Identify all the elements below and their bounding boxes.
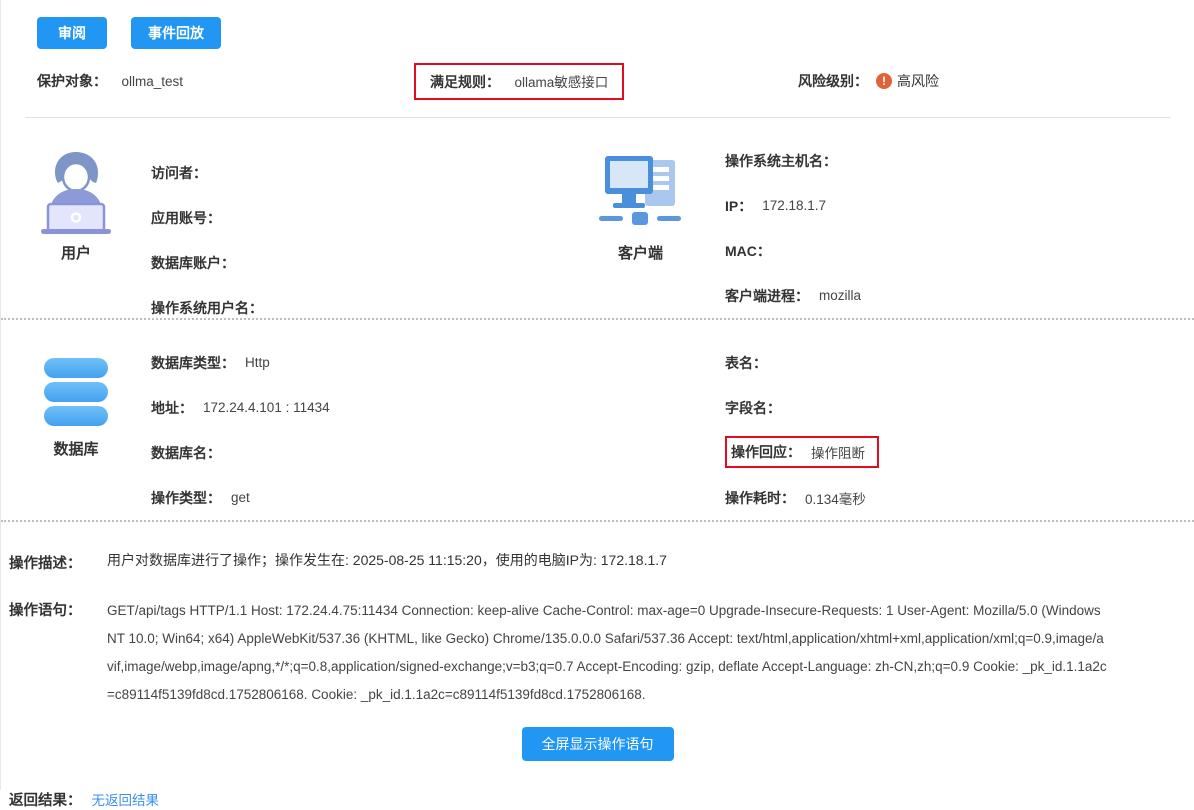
field-mac: MAC： (725, 228, 1194, 273)
field-os-hostname: 操作系统主机名： (725, 138, 1194, 183)
field-label: MAC： (725, 241, 771, 261)
field-label: 操作系统主机名： (725, 151, 837, 171)
matched-rule-value: ollama敏感接口 (514, 75, 608, 90)
field-column-name: 字段名： (725, 385, 1194, 430)
field-label: 数据库账户： (151, 253, 235, 273)
protect-object: 保护对象： ollma_test (37, 71, 183, 91)
field-ip: IP： 172.18.1.7 (725, 183, 1194, 228)
field-value: 操作阻断 (811, 442, 865, 462)
operation-description-value: 用户对数据库进行了操作；操作发生在: 2025-08-25 11:15:20，使… (107, 550, 667, 570)
field-value: 0.134毫秒 (805, 488, 866, 508)
database-entity-label: 数据库 (53, 438, 98, 459)
database-entity: 数据库 (1, 340, 151, 520)
field-os-username: 操作系统用户名： (151, 285, 556, 330)
risk-level-value: 高风险 (897, 71, 939, 91)
field-db-type: 数据库类型： Http (151, 340, 556, 385)
user-entity: 用户 (1, 132, 151, 330)
user-laptop-icon (28, 144, 124, 240)
operation-description-label: 操作描述： (9, 550, 95, 573)
field-label: 操作系统用户名： (151, 298, 263, 318)
field-table-name: 表名： (725, 340, 1194, 385)
field-client-process: 客户端进程： mozilla (725, 273, 1194, 318)
client-entity-label: 客户端 (618, 242, 663, 263)
field-label: 字段名： (725, 398, 781, 418)
field-visitor: 访问者： (151, 150, 556, 195)
client-fields: 操作系统主机名： IP： 172.18.1.7 MAC： 客户端进程： mozi… (725, 132, 1194, 330)
risk-level: 风险级别： ! 高风险 (798, 71, 939, 91)
field-label: 应用账号： (151, 208, 221, 228)
field-label: 操作类型： (151, 488, 221, 508)
return-result-label: 返回结果： (9, 787, 82, 810)
field-label: 表名： (725, 353, 767, 373)
summary-row: 保护对象： ollma_test 满足规则： ollama敏感接口 风险级别： … (1, 63, 1194, 109)
operation-statement-label: 操作语句： (9, 597, 95, 620)
field-label: 操作回应： (731, 442, 801, 462)
field-address: 地址： 172.24.4.101 : 11434 (151, 385, 556, 430)
field-label: 地址： (151, 398, 193, 418)
user-client-section: 用户 访问者： 应用账号： 数据库账户： 操作系统用户名： (1, 118, 1194, 318)
no-return-result-link[interactable]: 无返回结果 (92, 789, 160, 809)
field-op-duration: 操作耗时： 0.134毫秒 (725, 475, 1194, 520)
protect-object-label: 保护对象： (37, 73, 107, 89)
field-label: 操作耗时： (725, 488, 795, 508)
field-value: get (231, 490, 250, 505)
operation-statement-value: GET/api/tags HTTP/1.1 Host: 172.24.4.75:… (107, 597, 1107, 709)
op-response-highlight-box: 操作回应： 操作阻断 (725, 436, 879, 468)
matched-rule-highlight-box: 满足规则： ollama敏感接口 (414, 63, 624, 100)
field-op-type: 操作类型： get (151, 475, 556, 520)
database-icon (34, 352, 118, 436)
toolbar: 审阅 事件回放 (1, 0, 1194, 49)
fullscreen-statement-button[interactable]: 全屏显示操作语句 (522, 727, 674, 761)
field-label: 数据库类型： (151, 353, 235, 373)
review-button[interactable]: 审阅 (37, 17, 107, 49)
field-label: 数据库名： (151, 443, 221, 463)
fullscreen-button-wrap: 全屏显示操作语句 (1, 727, 1194, 761)
field-app-account: 应用账号： (151, 195, 556, 240)
risk-level-label: 风险级别： (798, 71, 868, 91)
field-value: mozilla (819, 288, 861, 303)
high-risk-warning-icon: ! (876, 73, 892, 89)
return-result-row: 返回结果： 无返回结果 (9, 787, 1194, 810)
field-label: IP： (725, 196, 752, 216)
field-label: 访问者： (151, 163, 207, 183)
field-value: 172.24.4.101 : 11434 (203, 400, 330, 415)
operation-statement-row: 操作语句： GET/api/tags HTTP/1.1 Host: 172.24… (9, 597, 1194, 709)
client-entity: 客户端 (556, 132, 725, 330)
protect-object-value: ollma_test (121, 74, 183, 89)
user-entity-label: 用户 (61, 242, 91, 263)
field-value: Http (245, 355, 270, 370)
field-label: 客户端进程： (725, 286, 809, 306)
database-fields: 数据库类型： Http 地址： 172.24.4.101 : 11434 数据库… (151, 340, 556, 520)
operation-description-row: 操作描述： 用户对数据库进行了操作；操作发生在: 2025-08-25 11:1… (9, 550, 1194, 573)
event-replay-button[interactable]: 事件回放 (131, 17, 221, 49)
matched-rule-label: 满足规则： (430, 74, 500, 90)
field-db-account: 数据库账户： (151, 240, 556, 285)
table-fields: 表名： 字段名： 操作回应： 操作阻断 操作耗时： 0.134毫秒 (725, 340, 1194, 520)
database-section: 数据库 数据库类型： Http 地址： 172.24.4.101 : 11434… (1, 320, 1194, 520)
field-op-response: 操作回应： 操作阻断 (725, 430, 1194, 475)
client-computer-icon (593, 144, 689, 240)
field-db-name: 数据库名： (151, 430, 556, 475)
user-fields: 访问者： 应用账号： 数据库账户： 操作系统用户名： (151, 132, 556, 330)
field-value: 172.18.1.7 (762, 198, 826, 213)
divider (1, 520, 1194, 522)
database-entity-spacer (556, 340, 725, 520)
